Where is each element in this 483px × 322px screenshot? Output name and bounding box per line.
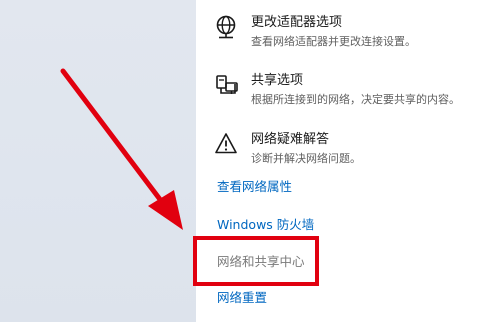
network-reset-link[interactable]: 网络重置 (217, 289, 267, 307)
network-troubleshooter-button[interactable]: 网络疑难解答 诊断并解决网络问题。 (214, 131, 479, 179)
windows-firewall-link[interactable]: Windows 防火墙 (217, 216, 314, 234)
change-adapter-options-title: 更改适配器选项 (251, 15, 343, 30)
left-background-panel (0, 0, 196, 322)
change-adapter-options-button[interactable]: 更改适配器选项 查看网络适配器并更改连接设置。 (214, 14, 479, 62)
change-adapter-options-description: 查看网络适配器并更改连接设置。 (251, 35, 416, 48)
network-troubleshooter-title: 网络疑难解答 (251, 132, 330, 147)
sharing-options-title: 共享选项 (251, 73, 304, 88)
view-network-properties-link[interactable]: 查看网络属性 (217, 178, 292, 196)
sharing-icon (214, 72, 240, 98)
annotation-highlight-box (193, 236, 319, 286)
sharing-options-button[interactable]: 共享选项 根据所连接到的网络，决定要共享的内容。 (214, 72, 479, 120)
network-troubleshooter-description: 诊断并解决网络问题。 (251, 152, 361, 165)
globe-icon (214, 14, 240, 40)
warning-icon (214, 131, 240, 157)
sharing-options-description: 根据所连接到的网络，决定要共享的内容。 (251, 93, 460, 106)
